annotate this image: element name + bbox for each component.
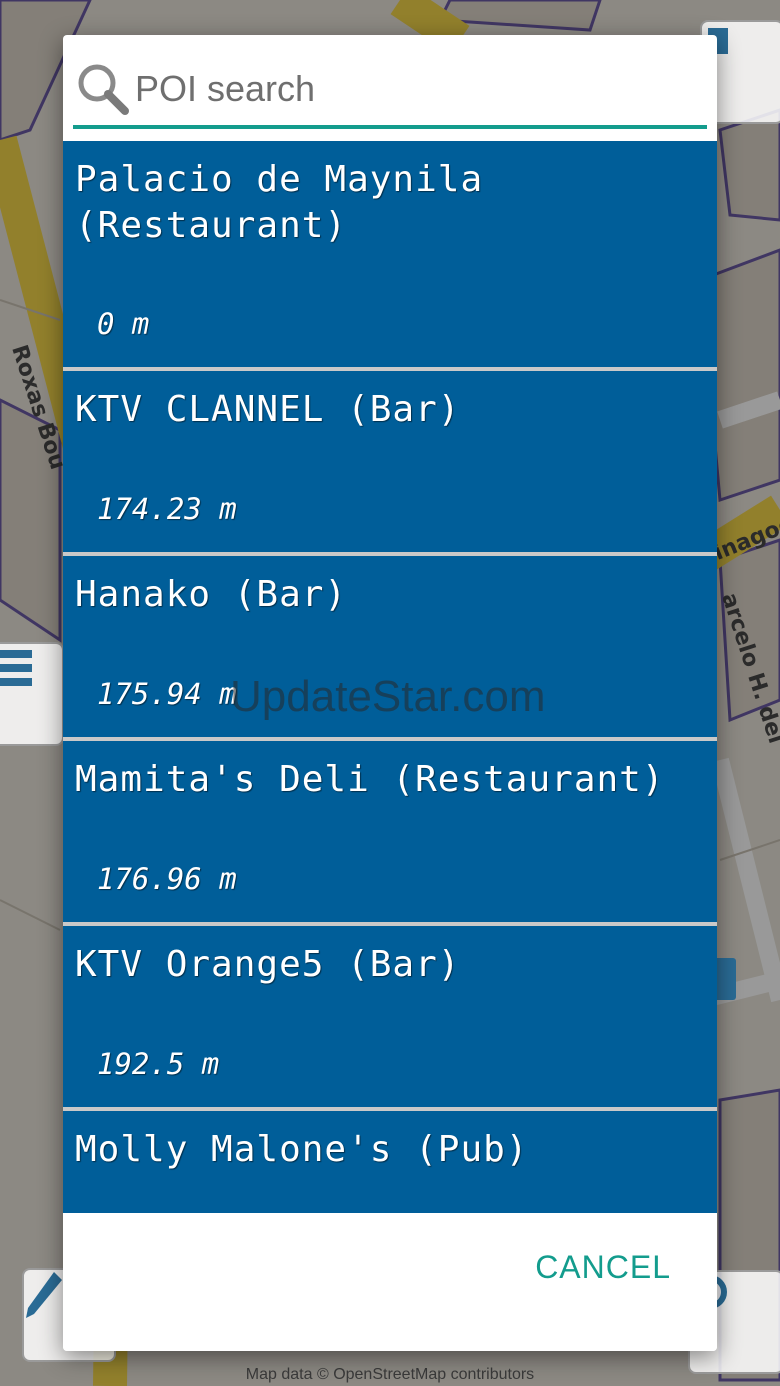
result-name: Hanako (Bar) [75,574,348,615]
result-item-ktv-orange5[interactable]: KTV Orange5 (Bar) 192.5 m [63,926,717,1107]
result-distance: 192.5 m [97,1047,220,1081]
cancel-button[interactable]: CANCEL [535,1249,671,1286]
result-distance: 174.23 m [97,492,237,526]
result-name: Molly Malone's (Pub) [75,1129,529,1170]
result-item-palacio[interactable]: Palacio de Maynila (Restaurant) 0 m [63,141,717,367]
map-attribution: Map data © OpenStreetMap contributors [245,1366,535,1383]
result-item-ktv-clannel[interactable]: KTV CLANNEL (Bar) 174.23 m [63,371,717,552]
result-item-molly-malones[interactable]: Molly Malone's (Pub) [63,1111,717,1213]
result-distance: 0 m [97,307,150,341]
result-name: Palacio de Maynila (Restaurant) [75,159,484,246]
result-name: KTV Orange5 (Bar) [75,944,461,985]
list-icon [0,650,32,686]
pencil-icon [26,1272,62,1318]
result-distance: 175.94 m [97,677,237,711]
result-name: KTV CLANNEL (Bar) [75,389,461,430]
result-distance: 176.96 m [97,862,237,896]
poi-search-dialog: Palacio de Maynila (Restaurant) 0 m KTV … [63,35,717,1351]
result-name: Mamita's Deli (Restaurant) [75,759,665,800]
search-input[interactable] [135,68,707,110]
dialog-footer: CANCEL [63,1213,717,1351]
results-list[interactable]: Palacio de Maynila (Restaurant) 0 m KTV … [63,141,717,1213]
result-item-hanako[interactable]: Hanako (Bar) 175.94 m [63,556,717,737]
search-icon [78,64,129,115]
search-bar [73,53,707,129]
result-item-mamitas-deli[interactable]: Mamita's Deli (Restaurant) 176.96 m [63,741,717,922]
map-list-button[interactable] [0,642,64,746]
